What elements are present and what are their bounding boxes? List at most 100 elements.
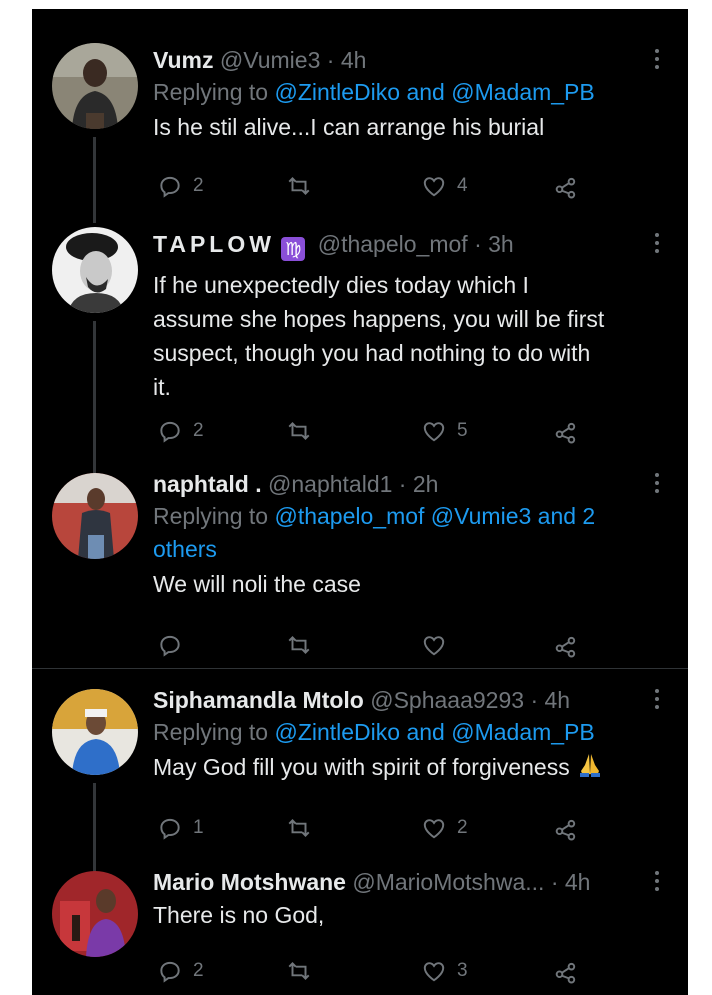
- retweet-icon: [288, 422, 310, 440]
- replying-mentions[interactable]: @ZintleDiko and @Madam_PB: [274, 79, 594, 105]
- handle[interactable]: @Sphaaa9293: [370, 687, 524, 713]
- share-button[interactable]: [553, 628, 579, 662]
- tweet-actions: 2 3: [153, 954, 593, 988]
- reply-button[interactable]: 2: [157, 954, 204, 988]
- like-button[interactable]: 4: [421, 169, 468, 203]
- replying-to: Replying to @thapelo_mof @Vumie3 and 2: [153, 500, 663, 533]
- like-button[interactable]: [421, 628, 457, 662]
- timestamp[interactable]: · 4h: [327, 47, 367, 73]
- reply-button[interactable]: 1: [157, 811, 204, 845]
- replying-prefix: Replying to: [153, 79, 269, 105]
- tweet-header: naphtald . @naphtald1 · 2h: [153, 467, 438, 501]
- tweet-text: There is no God,: [153, 902, 325, 928]
- retweet-button[interactable]: [286, 811, 322, 845]
- replying-prefix: Replying to: [153, 719, 269, 745]
- tweet-actions: 2 5: [153, 414, 593, 448]
- retweet-button[interactable]: [286, 954, 322, 988]
- reply-icon: [160, 176, 180, 198]
- tweet-text: Is he stil alive...I can arrange his bur…: [153, 114, 545, 140]
- share-icon: [555, 962, 576, 984]
- avatar[interactable]: [52, 689, 138, 775]
- like-count: 5: [457, 420, 468, 441]
- avatar[interactable]: [52, 871, 138, 957]
- share-button[interactable]: [553, 954, 579, 988]
- tweet-text-line: assume she hopes happens, you will be fi…: [153, 306, 605, 332]
- avatar[interactable]: [52, 227, 138, 313]
- reply-button[interactable]: 2: [157, 414, 204, 448]
- display-name[interactable]: naphtald .: [153, 471, 262, 497]
- tweet-text: We will noli the case: [153, 571, 361, 597]
- virgo-badge: ♍: [281, 237, 306, 261]
- replying-mentions[interactable]: @ZintleDiko and @Madam_PB: [274, 719, 594, 745]
- retweet-icon: [288, 962, 310, 980]
- display-name[interactable]: Vumz: [153, 47, 214, 73]
- folded-hands-icon: [576, 751, 604, 788]
- like-icon: [423, 962, 445, 982]
- timestamp[interactable]: · 4h: [551, 869, 591, 895]
- share-button[interactable]: [553, 169, 579, 203]
- reply-count: 1: [193, 817, 204, 838]
- replying-to: Replying to @ZintleDiko and @Madam_PB: [153, 76, 663, 109]
- timestamp[interactable]: · 2h: [399, 471, 439, 497]
- like-button[interactable]: 5: [421, 414, 468, 448]
- avatar[interactable]: [52, 473, 138, 559]
- display-name[interactable]: TAPLOW: [153, 231, 275, 257]
- like-icon: [423, 177, 445, 197]
- share-button[interactable]: [553, 414, 579, 448]
- share-icon: [555, 636, 576, 658]
- handle[interactable]: @thapelo_mof: [318, 231, 468, 257]
- reply-button[interactable]: 2: [157, 169, 204, 203]
- replying-prefix: Replying to: [153, 503, 269, 529]
- thread-line: [93, 783, 96, 873]
- tweet-text-line: it.: [153, 374, 171, 400]
- tweet-header: Siphamandla Mtolo @Sphaaa9293 · 4h: [153, 683, 570, 717]
- reply-count: 2: [193, 960, 204, 981]
- tweet-header: Mario Motshwane @MarioMotshwa... · 4h: [153, 865, 663, 899]
- more-icon[interactable]: [654, 233, 660, 257]
- like-count: 2: [457, 817, 468, 838]
- avatar[interactable]: [52, 43, 138, 129]
- retweet-button[interactable]: [286, 414, 322, 448]
- more-icon[interactable]: [654, 473, 660, 497]
- handle[interactable]: @Vumie3: [220, 47, 320, 73]
- like-button[interactable]: 2: [421, 811, 468, 845]
- thread-divider: [32, 668, 688, 669]
- more-icon[interactable]: [654, 49, 660, 73]
- tweet-text-line: suspect, though you had nothing to do wi…: [153, 340, 591, 366]
- replying-mentions[interactable]: @thapelo_mof @Vumie3 and 2: [274, 503, 595, 529]
- like-icon: [423, 819, 445, 839]
- like-button[interactable]: 3: [421, 954, 468, 988]
- display-name[interactable]: Mario Motshwane: [153, 869, 346, 895]
- thread-line: [93, 321, 96, 479]
- like-icon: [423, 422, 445, 442]
- reply-count: 2: [193, 420, 204, 441]
- timestamp[interactable]: · 4h: [530, 687, 570, 713]
- retweet-button[interactable]: [286, 169, 322, 203]
- tweet-actions: 1 2: [153, 811, 593, 845]
- tweet-text: May God fill you with spirit of forgiven…: [153, 754, 570, 780]
- retweet-button[interactable]: [286, 628, 322, 662]
- tweet-header: Vumz @Vumie3 · 4h: [153, 43, 366, 77]
- tweet-actions: 2 4: [153, 169, 593, 203]
- more-icon[interactable]: [654, 689, 660, 713]
- reply-button[interactable]: [157, 628, 193, 662]
- share-button[interactable]: [553, 811, 579, 845]
- replying-mentions-more[interactable]: others: [153, 536, 217, 562]
- handle[interactable]: @naphtald1: [268, 471, 392, 497]
- display-name[interactable]: Siphamandla Mtolo: [153, 687, 364, 713]
- reply-count: 2: [193, 175, 204, 196]
- timestamp[interactable]: · 3h: [474, 231, 514, 257]
- reply-icon: [160, 961, 180, 983]
- thread-line: [93, 137, 96, 223]
- handle[interactable]: @MarioMotshwa...: [352, 869, 544, 895]
- reply-icon: [160, 635, 180, 657]
- more-icon[interactable]: [654, 871, 660, 895]
- retweet-icon: [288, 177, 310, 195]
- conversation-thread: Vumz @Vumie3 · 4h Replying to @ZintleDik…: [32, 9, 688, 995]
- like-count: 4: [457, 175, 468, 196]
- retweet-icon: [288, 636, 310, 654]
- share-icon: [555, 819, 576, 841]
- like-count: 3: [457, 960, 468, 981]
- like-icon: [423, 636, 445, 656]
- tweet-text-row: May God fill you with spirit of forgiven…: [153, 750, 673, 788]
